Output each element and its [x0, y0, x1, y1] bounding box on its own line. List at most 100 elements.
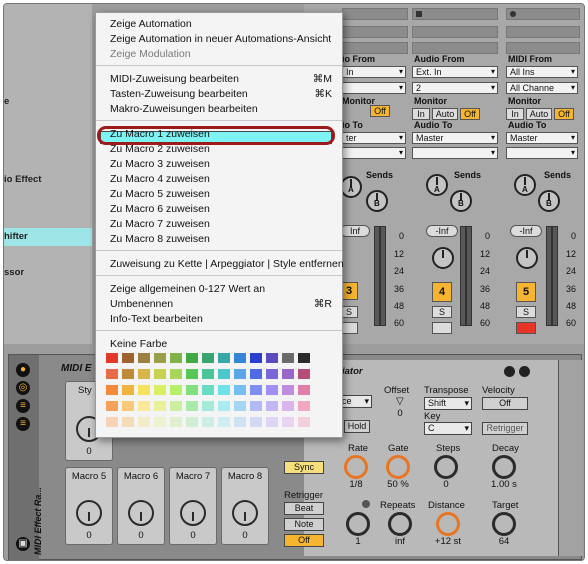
color-swatch[interactable]	[138, 385, 150, 395]
color-swatch[interactable]	[266, 417, 278, 427]
pan-knob[interactable]	[432, 247, 454, 269]
menu-item-edit-midi-map[interactable]: MIDI-Zuweisung bearbeiten	[110, 73, 239, 85]
color-swatch[interactable]	[234, 401, 246, 411]
color-swatch[interactable]	[266, 385, 278, 395]
menu-item-edit-key-map[interactable]: Tasten-Zuweisung bearbeiten	[110, 88, 248, 100]
retrigger-beat-button[interactable]: Beat	[284, 502, 324, 515]
color-swatch[interactable]	[234, 417, 246, 427]
color-swatch[interactable]	[250, 369, 262, 379]
monitor-off-button[interactable]: Off	[554, 108, 574, 120]
arp-save-icon[interactable]	[519, 366, 530, 377]
menu-item-assign-macro-7[interactable]: Zu Macro 7 zuweisen	[110, 218, 210, 230]
color-swatch[interactable]	[218, 385, 230, 395]
arm-button-active[interactable]	[516, 322, 536, 334]
monitor-auto-button[interactable]: Auto	[526, 108, 552, 120]
menu-item-remove-assignment[interactable]: Zuweisung zu Kette | Arpeggiator | Style…	[110, 258, 344, 270]
color-swatch[interactable]	[298, 369, 310, 379]
color-swatch[interactable]	[202, 401, 214, 411]
repeats-offset-knob[interactable]	[346, 512, 370, 536]
velocity-button[interactable]: Off	[482, 397, 528, 410]
volume-readout[interactable]: -Inf	[426, 225, 458, 237]
clip-slot[interactable]	[412, 42, 498, 54]
arp-hotswap-icon[interactable]	[504, 366, 515, 377]
macro-8-knob[interactable]	[232, 500, 258, 526]
target-knob[interactable]	[492, 512, 516, 536]
gate-knob[interactable]	[386, 455, 410, 479]
monitor-off-button[interactable]: Off	[460, 108, 480, 120]
steps-knob[interactable]	[434, 455, 458, 479]
color-swatch[interactable]	[122, 369, 134, 379]
sync-button[interactable]: Sync	[284, 461, 324, 474]
color-swatch[interactable]	[186, 417, 198, 427]
input-type-dropdown[interactable]: In	[342, 66, 406, 78]
input-channel-dropdown[interactable]: All Channe	[506, 82, 578, 94]
retrigger-note-button[interactable]: Note	[284, 518, 324, 531]
color-swatch[interactable]	[138, 401, 150, 411]
color-swatch[interactable]	[282, 369, 294, 379]
macro-7-knob[interactable]	[180, 500, 206, 526]
color-swatch[interactable]	[250, 353, 262, 363]
menu-item-assign-macro-4[interactable]: Zu Macro 4 zuweisen	[110, 173, 210, 185]
monitor-in-button[interactable]: In	[506, 108, 524, 120]
volume-readout[interactable]: -Inf	[510, 225, 542, 237]
color-swatch[interactable]	[122, 353, 134, 363]
menu-item-show-automation-new-view[interactable]: Zeige Automation in neuer Automations-An…	[110, 33, 331, 45]
menu-item-edit-macro-map[interactable]: Makro-Zuweisungen bearbeiten	[110, 103, 258, 115]
color-swatch[interactable]	[250, 401, 262, 411]
repeats-knob[interactable]	[388, 512, 412, 536]
clip-slot[interactable]	[342, 8, 408, 20]
color-swatch[interactable]	[170, 353, 182, 363]
transpose-dropdown[interactable]: Shift	[424, 397, 472, 410]
color-swatch[interactable]	[250, 417, 262, 427]
key-dropdown[interactable]: C	[424, 422, 472, 435]
color-swatch[interactable]	[202, 417, 214, 427]
color-swatch[interactable]	[234, 385, 246, 395]
color-swatch[interactable]	[186, 369, 198, 379]
color-swatch[interactable]	[170, 417, 182, 427]
clip-slot[interactable]	[412, 8, 498, 20]
color-swatch[interactable]	[218, 417, 230, 427]
color-swatch[interactable]	[106, 385, 118, 395]
color-swatch[interactable]	[106, 369, 118, 379]
color-swatch[interactable]	[266, 401, 278, 411]
color-swatch[interactable]	[250, 385, 262, 395]
monitor-auto-button[interactable]: Auto	[432, 108, 458, 120]
color-swatch[interactable]	[218, 401, 230, 411]
color-swatch[interactable]	[202, 385, 214, 395]
color-swatch[interactable]	[282, 353, 294, 363]
clip-slot[interactable]	[506, 8, 580, 20]
color-swatch[interactable]	[218, 353, 230, 363]
menu-item-assign-macro-6[interactable]: Zu Macro 6 zuweisen	[110, 203, 210, 215]
menu-item-rename[interactable]: Umbenennen	[110, 298, 173, 310]
color-swatch[interactable]	[154, 369, 166, 379]
output-dropdown[interactable]: ter	[342, 132, 406, 144]
macro-6-knob[interactable]	[128, 500, 154, 526]
clip-slot[interactable]	[506, 42, 580, 54]
hold-button[interactable]: Hold	[344, 420, 370, 433]
output-dropdown[interactable]: Master	[506, 132, 578, 144]
decay-knob[interactable]	[492, 455, 516, 479]
color-swatch[interactable]	[186, 385, 198, 395]
browser-item[interactable]: ssor	[4, 267, 24, 278]
color-swatch[interactable]	[298, 353, 310, 363]
color-swatch[interactable]	[234, 369, 246, 379]
menu-item-no-color[interactable]: Keine Farbe	[110, 338, 167, 350]
color-swatch[interactable]	[282, 417, 294, 427]
color-swatch[interactable]	[298, 401, 310, 411]
device-options-icon[interactable]: ◎	[16, 381, 30, 395]
monitor-in-button[interactable]: In	[412, 108, 430, 120]
device-power-icon[interactable]: ●	[16, 363, 30, 377]
macro-5-knob[interactable]	[76, 500, 102, 526]
distance-knob[interactable]	[436, 512, 460, 536]
color-swatch[interactable]	[266, 369, 278, 379]
clip-slot[interactable]	[506, 26, 580, 38]
track-activator-5[interactable]: 5	[516, 282, 536, 302]
browser-item[interactable]: io Effect	[4, 174, 41, 185]
volume-readout[interactable]: Inf	[340, 225, 370, 237]
input-type-dropdown[interactable]: All Ins	[506, 66, 578, 78]
color-swatch[interactable]	[154, 401, 166, 411]
color-swatch[interactable]	[186, 401, 198, 411]
clip-slot[interactable]	[342, 42, 408, 54]
color-swatch[interactable]	[186, 353, 198, 363]
rate-knob[interactable]	[344, 455, 368, 479]
